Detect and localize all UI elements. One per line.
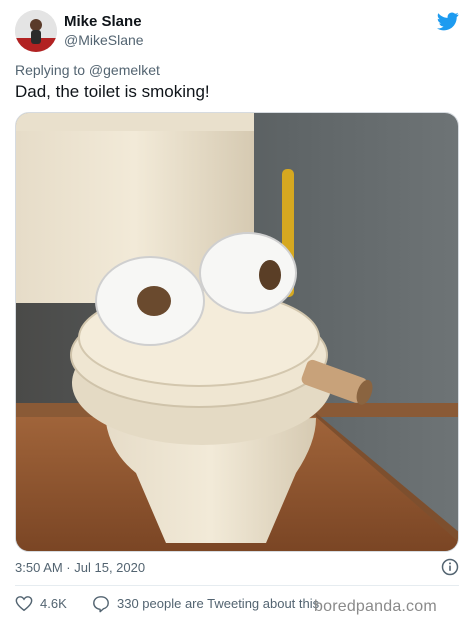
twitter-bird-icon[interactable] xyxy=(437,12,459,31)
author-handle[interactable]: @MikeSlane xyxy=(64,32,144,48)
toilet-photo-illustration xyxy=(16,113,458,551)
avatar[interactable] xyxy=(15,10,57,52)
divider xyxy=(15,585,459,586)
tweet-card: Mike Slane @MikeSlane Replying to @gemel… xyxy=(0,0,474,622)
tweet-photo[interactable] xyxy=(15,112,459,552)
avatar-image xyxy=(15,10,57,52)
watermark: boredpanda.com xyxy=(314,598,437,615)
speech-bubble-icon[interactable] xyxy=(92,595,110,613)
info-icon[interactable] xyxy=(441,558,459,576)
replying-to[interactable]: Replying to @gemelket xyxy=(15,62,160,78)
heart-icon[interactable] xyxy=(15,595,33,612)
tweet-text: Dad, the toilet is smoking! xyxy=(15,82,210,101)
tweet-timestamp[interactable]: 3:50 AM · Jul 15, 2020 xyxy=(15,560,145,575)
like-count[interactable]: 4.6K xyxy=(40,596,67,611)
tweeting-about-link[interactable]: 330 people are Tweeting about this xyxy=(117,596,319,611)
author-name[interactable]: Mike Slane xyxy=(64,13,142,30)
